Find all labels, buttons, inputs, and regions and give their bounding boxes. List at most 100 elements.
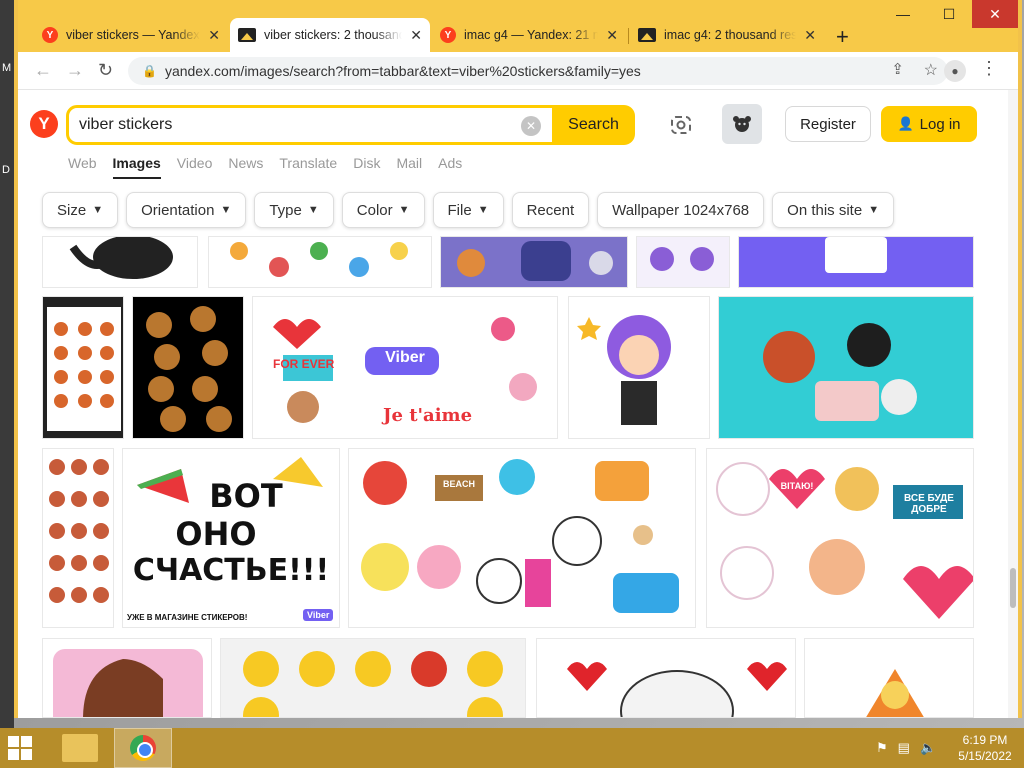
service-video[interactable]: Video xyxy=(177,155,213,179)
filter-bar: Size ▼ Orientation ▼ Type ▼ Color ▼ File ▼ Re… xyxy=(42,192,902,228)
bookmark-star-icon[interactable]: ☆ xyxy=(924,60,938,80)
image-result[interactable] xyxy=(568,296,710,439)
filter-color[interactable]: Color ▼ xyxy=(341,192,425,228)
image-result[interactable] xyxy=(536,638,796,718)
image-results-grid: Viber Je t'aime FOR EVER ВОТ ОНО СЧАСТЬЕ… xyxy=(18,236,1008,718)
tab-imac-g4-images[interactable]: imac g4: 2 thousand resu ✕ xyxy=(630,18,824,52)
chevron-down-icon: ▼ xyxy=(398,204,410,216)
image-result[interactable] xyxy=(718,296,974,439)
minimize-button[interactable]: — xyxy=(880,0,926,28)
yandex-logo[interactable]: Y xyxy=(30,110,58,138)
close-window-button[interactable]: ✕ xyxy=(972,0,1018,28)
profile-avatar-icon[interactable]: ● xyxy=(944,60,966,82)
service-mail[interactable]: Mail xyxy=(396,155,422,179)
browser-menu-icon[interactable]: ⋮ xyxy=(980,58,998,79)
service-news[interactable]: News xyxy=(228,155,263,179)
scrollbar-thumb[interactable] xyxy=(1010,568,1016,608)
filter-label: Orientation xyxy=(141,201,215,219)
chrome-icon xyxy=(130,735,156,761)
share-icon[interactable]: ⇪ xyxy=(891,60,904,78)
chevron-down-icon: ▼ xyxy=(220,204,232,216)
clear-search-icon[interactable]: ✕ xyxy=(521,116,541,136)
search-button[interactable]: Search xyxy=(552,105,635,145)
image-result[interactable]: BEACH xyxy=(348,448,696,628)
image-result[interactable] xyxy=(42,236,198,288)
file-explorer-icon[interactable] xyxy=(62,734,98,762)
sticker-text: ВІТАЮ! xyxy=(780,481,814,491)
service-disk[interactable]: Disk xyxy=(353,155,380,179)
image-result[interactable] xyxy=(636,236,730,288)
camera-search-icon[interactable] xyxy=(668,112,694,138)
system-tray: ⚑ ▤ 🔈 xyxy=(876,740,946,756)
image-result[interactable] xyxy=(440,236,628,288)
image-result[interactable] xyxy=(42,638,212,718)
image-result[interactable] xyxy=(42,448,114,628)
chevron-down-icon: ▼ xyxy=(307,204,319,216)
service-web[interactable]: Web xyxy=(68,155,97,179)
back-button[interactable]: ← xyxy=(34,60,52,81)
image-result[interactable]: ВОТ ОНО СЧАСТЬЕ!!! УЖЕ В МАГАЗИНЕ СТИКЕР… xyxy=(122,448,340,628)
lock-icon: 🔒 xyxy=(142,64,157,78)
image-favicon-icon xyxy=(638,28,656,42)
image-result[interactable] xyxy=(208,236,432,288)
volume-icon[interactable]: 🔈 xyxy=(920,740,936,756)
filter-type[interactable]: Type ▼ xyxy=(254,192,334,228)
sticker-text: СЧАСТЬЕ!!! xyxy=(132,553,330,588)
tab-close-icon[interactable]: ✕ xyxy=(804,27,816,44)
filter-wallpaper-size[interactable]: Wallpaper 1024x768 xyxy=(597,192,765,228)
network-icon[interactable]: ▤ xyxy=(898,740,910,756)
service-ads[interactable]: Ads xyxy=(438,155,462,179)
tab-close-icon[interactable]: ✕ xyxy=(208,27,220,44)
tab-title: imac g4: 2 thousand resu xyxy=(664,28,797,42)
taskbar-clock[interactable]: 6:19 PM 5/15/2022 xyxy=(950,732,1020,764)
filter-file[interactable]: File ▼ xyxy=(432,192,504,228)
image-result[interactable] xyxy=(738,236,974,288)
yandex-favicon-icon: Y xyxy=(440,27,456,43)
windows-start-icon[interactable] xyxy=(8,736,32,760)
service-translate[interactable]: Translate xyxy=(279,155,337,179)
filter-orientation[interactable]: Orientation ▼ xyxy=(126,192,247,228)
yandex-favicon-icon: Y xyxy=(42,27,58,43)
page-scrollbar[interactable] xyxy=(1008,90,1018,718)
tab-title: viber stickers: 2 thousand xyxy=(264,28,403,42)
tab-separator xyxy=(628,28,629,44)
maximize-button[interactable]: ☐ xyxy=(926,0,972,28)
image-result[interactable]: ВСЕ БУДЕ ДОБРЕ ВІТАЮ! xyxy=(706,448,974,628)
image-result[interactable] xyxy=(220,638,526,718)
service-images[interactable]: Images xyxy=(112,155,161,179)
user-icon: 👤 xyxy=(897,116,914,131)
sticker-text: Viber xyxy=(303,609,334,621)
flag-icon[interactable]: ⚑ xyxy=(876,740,888,756)
url-text: yandex.com/images/search?from=tabbar&tex… xyxy=(164,63,641,79)
chevron-down-icon: ▼ xyxy=(92,204,104,216)
login-button[interactable]: 👤 Log in xyxy=(881,106,977,142)
image-result[interactable] xyxy=(42,296,124,439)
tab-viber-stickers-images[interactable]: viber stickers: 2 thousand ✕ xyxy=(230,18,430,52)
tab-strip: Y viber stickers — Yandex: 4 ✕ viber sti… xyxy=(18,0,1018,52)
image-result[interactable] xyxy=(132,296,244,439)
bear-icon[interactable] xyxy=(722,104,762,144)
address-bar[interactable]: 🔒 yandex.com/images/search?from=tabbar&t… xyxy=(128,57,948,85)
search-box: ✕ Search xyxy=(66,105,635,145)
image-result[interactable]: Viber Je t'aime FOR EVER xyxy=(252,296,558,439)
filter-recent[interactable]: Recent xyxy=(511,192,590,228)
reload-button[interactable]: ↻ xyxy=(98,60,113,81)
search-input[interactable] xyxy=(69,116,509,134)
forward-button[interactable]: → xyxy=(66,60,84,81)
tab-close-icon[interactable]: ✕ xyxy=(606,27,618,44)
desktop-strip: M D xyxy=(0,0,14,768)
chrome-taskbar-button[interactable] xyxy=(114,728,172,768)
tab-close-icon[interactable]: ✕ xyxy=(410,27,422,44)
sticker-text: Je t'aime xyxy=(383,405,473,426)
new-tab-button[interactable]: + xyxy=(836,24,849,50)
tab-imac-g4-yandex[interactable]: Y imac g4 — Yandex: 21 mill ✕ xyxy=(432,18,626,52)
desktop-icon-label-1: M xyxy=(2,62,12,74)
filter-on-this-site[interactable]: On this site ▼ xyxy=(772,192,895,228)
register-button[interactable]: Register xyxy=(785,106,871,142)
clock-time: 6:19 PM xyxy=(962,733,1008,747)
tab-viber-stickers-yandex[interactable]: Y viber stickers — Yandex: 4 ✕ xyxy=(34,18,228,52)
page-content: Y ✕ Search Register 👤 Log in Web Images … xyxy=(18,90,1008,718)
image-result[interactable] xyxy=(804,638,974,718)
filter-size[interactable]: Size ▼ xyxy=(42,192,119,228)
sticker-text: FOR EVER xyxy=(273,357,335,371)
